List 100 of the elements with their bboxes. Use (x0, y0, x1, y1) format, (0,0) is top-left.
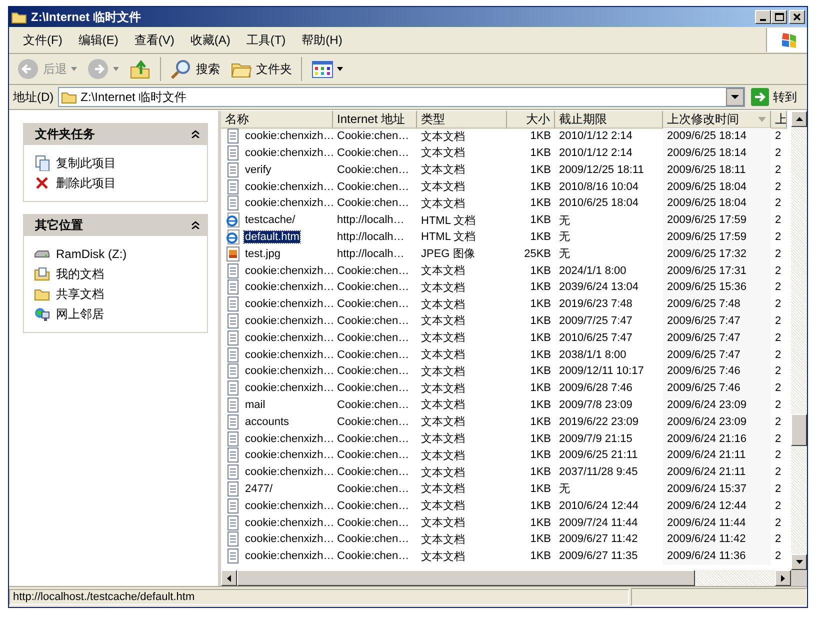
file-name[interactable]: cookie:chenxizh… (244, 348, 333, 361)
search-button[interactable]: 搜索 (166, 56, 224, 82)
go-button[interactable]: 转到 (749, 88, 803, 106)
left-arrow-icon (227, 574, 231, 582)
table-cell-text: 2 (774, 398, 782, 413)
file-name[interactable]: cookie:chenxizh… (244, 466, 333, 478)
table-cell-text: Cookie:chen… (336, 180, 410, 195)
table-cell-text: 1KB (529, 330, 552, 346)
menu-item[interactable]: 帮助(H) (294, 30, 350, 50)
file-name[interactable]: cookie:chenxizh… (244, 500, 333, 512)
file-name[interactable]: cookie:chenxizh… (244, 298, 333, 310)
table-cell-text: 无 (558, 482, 571, 498)
dropdown-button[interactable] (726, 88, 744, 106)
task-link[interactable]: 我的文档 (56, 266, 104, 282)
file-name[interactable]: mail (244, 398, 266, 411)
text-file-icon (225, 128, 241, 144)
scroll-thumb[interactable] (791, 414, 807, 446)
column-header[interactable]: 类型 (417, 111, 507, 129)
menu-item[interactable]: 文件(F) (15, 30, 70, 50)
table-cell-text: 文本文档 (420, 314, 466, 330)
file-name[interactable]: accounts (244, 416, 290, 428)
task-link[interactable]: 删除此项目 (56, 174, 116, 192)
table-cell-text: 2 (774, 448, 782, 464)
file-name[interactable]: cookie:chenxizh… (244, 365, 333, 378)
scroll-down-button[interactable] (791, 554, 807, 570)
file-name[interactable]: cookie:chenxizh… (244, 550, 333, 562)
table-cell-text: Cookie:chen… (336, 196, 410, 212)
table-cell-text: 1KB (529, 348, 552, 363)
table-cell: 2009/6/25 7:47 (663, 329, 771, 346)
menu-item[interactable]: 收藏(A) (182, 30, 238, 50)
text-file-icon (225, 312, 241, 329)
table-cell-text: 2009/12/25 18:11 (558, 162, 645, 178)
file-name[interactable]: cookie:chenxizh… (244, 130, 333, 142)
table-cell-text: 文本文档 (420, 482, 466, 498)
table-cell-text: Cookie:chen… (336, 414, 410, 430)
scroll-up-button[interactable] (791, 111, 807, 127)
table-cell-text: 2039/6/24 13:04 (558, 280, 640, 296)
task-link[interactable]: 共享文档 (56, 286, 104, 302)
menu-item[interactable]: 查看(V) (126, 30, 182, 50)
minimize-button[interactable] (755, 10, 771, 24)
column-header[interactable]: 大小 (507, 111, 555, 129)
file-name[interactable]: cookie:chenxizh… (244, 197, 333, 210)
column-header[interactable]: 上次修改时间 (663, 111, 771, 129)
file-name[interactable]: cookie:chenxizh… (244, 516, 333, 529)
menu-item[interactable]: 工具(T) (238, 30, 294, 50)
file-name[interactable]: cookie:chenxizh… (244, 382, 333, 394)
table-cell-text: 文本文档 (420, 532, 466, 548)
folders-button[interactable]: 文件夹 (226, 56, 296, 82)
panel-header[interactable]: 文件夹任务 (23, 123, 208, 145)
close-button[interactable] (789, 10, 805, 24)
scroll-right-button[interactable] (775, 570, 791, 586)
table-cell-text: Cookie:chen… (336, 516, 410, 531)
table-cell: 2009/6/24 11:42 (663, 530, 771, 548)
text-file-icon (225, 262, 241, 279)
table-cell-text: Cookie:chen… (336, 532, 410, 548)
table-cell: 2009/6/25 18:04 (663, 178, 771, 195)
scroll-left-button[interactable] (221, 570, 237, 586)
address-field[interactable]: Z:\Internet 临时文件 (58, 87, 745, 107)
table-cell: 2009/6/25 18:11 (663, 161, 771, 178)
panel-header[interactable]: 其它位置 (23, 214, 208, 236)
file-name[interactable]: verify (244, 164, 272, 176)
file-name[interactable]: cookie:chenxizh… (244, 432, 333, 445)
table-cell-text: Cookie:chen… (336, 381, 410, 396)
menu-item[interactable]: 编辑(E) (70, 30, 126, 50)
scroll-thumb[interactable] (237, 570, 695, 586)
column-header[interactable]: 截止期限 (555, 111, 663, 129)
table-cell-text: Cookie:chen… (336, 432, 410, 447)
file-name[interactable]: cookie:chenxizh… (244, 332, 333, 344)
file-name[interactable]: cookie:chenxizh… (244, 314, 333, 327)
task-link[interactable]: RamDisk (Z:) (56, 247, 127, 261)
file-name[interactable]: testcache/ (244, 214, 296, 226)
table-cell-text: Cookie:chen… (336, 498, 410, 514)
table-cell-text: 1KB (529, 549, 552, 564)
file-name[interactable]: cookie:chenxizh… (244, 264, 333, 277)
vertical-scrollbar[interactable] (791, 111, 807, 570)
table-cell-text: 文本文档 (420, 382, 466, 397)
column-header[interactable]: 名称 (221, 111, 333, 129)
table-cell-text: 2010/1/12 2:14 (558, 146, 634, 161)
table-cell-text: 1KB (529, 196, 552, 212)
maximize-button[interactable] (771, 10, 787, 24)
file-name[interactable]: test.jpg (244, 248, 282, 260)
task-link[interactable]: 网上邻居 (56, 306, 104, 322)
text-file-icon (225, 430, 241, 447)
file-name[interactable]: cookie:chenxizh… (244, 449, 333, 462)
table-cell: 2009/6/24 15:37 (663, 480, 771, 498)
file-name[interactable]: cookie:chenxizh… (244, 281, 333, 294)
file-name[interactable]: cookie:chenxizh… (244, 180, 333, 193)
file-name[interactable]: cookie:chenxizh… (244, 146, 333, 159)
file-name[interactable]: cookie:chenxizh… (244, 533, 333, 546)
task-link[interactable]: 复制此项目 (56, 154, 116, 172)
text-file-icon (225, 162, 241, 178)
table-cell-text: 1KB (529, 516, 552, 531)
column-header[interactable]: Internet 地址 (333, 111, 417, 129)
horizontal-scrollbar[interactable] (221, 570, 807, 586)
table-cell-text: 1KB (529, 398, 552, 413)
text-file-icon (225, 279, 241, 296)
file-name[interactable]: default.htm (244, 230, 300, 243)
documents-folder-icon (34, 266, 50, 282)
file-name[interactable]: 2477/ (244, 482, 274, 495)
table-cell-text: 1KB (529, 364, 552, 380)
